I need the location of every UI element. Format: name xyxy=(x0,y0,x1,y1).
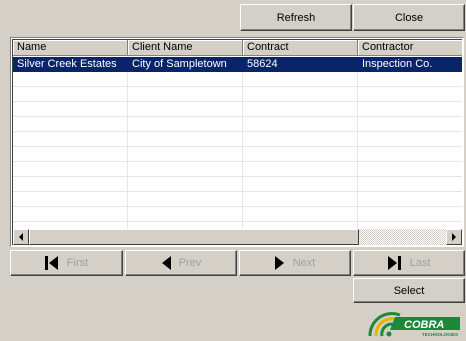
empty-cell xyxy=(358,132,462,146)
empty-cell xyxy=(243,117,358,131)
empty-cell xyxy=(13,192,128,206)
refresh-label: Refresh xyxy=(276,11,316,24)
scrollbar-thumb[interactable] xyxy=(29,229,359,245)
empty-cell xyxy=(13,87,128,101)
empty-row xyxy=(13,207,462,222)
svg-text:COBRA: COBRA xyxy=(404,319,444,331)
column-header-contract[interactable]: Contract xyxy=(243,40,358,56)
cobra-logo: COBRA TECHNOLOGIES xyxy=(368,305,462,337)
refresh-button[interactable]: Refresh xyxy=(240,4,352,31)
table-cell-client-name: City of Sampletown xyxy=(128,57,243,71)
empty-cell xyxy=(358,162,462,176)
arrow-left-icon xyxy=(19,233,23,241)
empty-cell xyxy=(13,177,128,191)
empty-cell xyxy=(13,117,128,131)
empty-cell xyxy=(128,207,243,221)
table-cell-contract: 58624 xyxy=(243,57,358,71)
column-header-contractor[interactable]: Contractor xyxy=(358,40,462,56)
empty-cell xyxy=(13,147,128,161)
close-button[interactable]: Close xyxy=(353,4,465,31)
empty-cell xyxy=(13,207,128,221)
first-record-icon xyxy=(44,256,59,270)
next-record-icon xyxy=(274,256,285,270)
scroll-right-button[interactable] xyxy=(446,229,462,245)
table-cell-name: Silver Creek Estates xyxy=(13,57,128,71)
empty-row xyxy=(13,102,462,117)
column-header-name[interactable]: Name xyxy=(13,40,128,56)
empty-cell xyxy=(128,132,243,146)
next-button[interactable]: Next xyxy=(239,250,351,276)
empty-cell xyxy=(358,117,462,131)
empty-row xyxy=(13,117,462,132)
select-label: Select xyxy=(393,284,425,297)
svg-text:TECHNOLOGIES: TECHNOLOGIES xyxy=(422,332,458,337)
empty-cell xyxy=(128,87,243,101)
empty-cell xyxy=(128,147,243,161)
grid-viewport: Name Client Name Contract Contractor Sil… xyxy=(12,39,462,245)
empty-cell xyxy=(128,177,243,191)
first-label: First xyxy=(66,257,89,269)
projects-grid: Name Client Name Contract Contractor Sil… xyxy=(10,37,464,247)
column-header-client-name[interactable]: Client Name xyxy=(128,40,243,56)
arrow-right-icon xyxy=(452,233,456,241)
prev-label: Prev xyxy=(178,257,202,269)
empty-cell xyxy=(128,72,243,86)
table-row[interactable]: Silver Creek Estates City of Sampletown … xyxy=(13,57,462,72)
next-label: Next xyxy=(292,257,316,269)
horizontal-scrollbar[interactable] xyxy=(13,229,462,245)
empty-cell xyxy=(243,192,358,206)
empty-cell xyxy=(243,177,358,191)
empty-cell xyxy=(358,177,462,191)
empty-cell xyxy=(13,162,128,176)
scroll-left-button[interactable] xyxy=(13,229,29,245)
empty-cell xyxy=(13,72,128,86)
last-label: Last xyxy=(409,257,431,269)
empty-cell xyxy=(243,102,358,116)
empty-cell xyxy=(358,192,462,206)
empty-cell xyxy=(358,87,462,101)
empty-row xyxy=(13,147,462,162)
empty-cell xyxy=(243,207,358,221)
empty-cell xyxy=(128,102,243,116)
empty-row xyxy=(13,177,462,192)
prev-button[interactable]: Prev xyxy=(125,250,237,276)
close-label: Close xyxy=(394,11,424,24)
empty-cell xyxy=(13,102,128,116)
empty-cell xyxy=(128,162,243,176)
empty-cell xyxy=(13,132,128,146)
first-button[interactable]: First xyxy=(10,250,123,276)
empty-row xyxy=(13,87,462,102)
empty-cell xyxy=(243,72,358,86)
empty-row xyxy=(13,132,462,147)
empty-cell xyxy=(358,72,462,86)
empty-row xyxy=(13,72,462,87)
empty-cell xyxy=(243,147,358,161)
empty-cell xyxy=(358,207,462,221)
last-button[interactable]: Last xyxy=(353,250,465,276)
select-button[interactable]: Select xyxy=(353,278,465,303)
empty-cell xyxy=(128,117,243,131)
empty-cell xyxy=(243,162,358,176)
empty-cell xyxy=(243,132,358,146)
empty-row xyxy=(13,162,462,177)
empty-cell xyxy=(243,87,358,101)
empty-cell xyxy=(128,192,243,206)
empty-cell xyxy=(358,102,462,116)
empty-row xyxy=(13,192,462,207)
table-cell-contractor: Inspection Co. xyxy=(358,57,462,71)
last-record-icon xyxy=(387,256,402,270)
empty-cell xyxy=(358,147,462,161)
prev-record-icon xyxy=(161,256,171,270)
